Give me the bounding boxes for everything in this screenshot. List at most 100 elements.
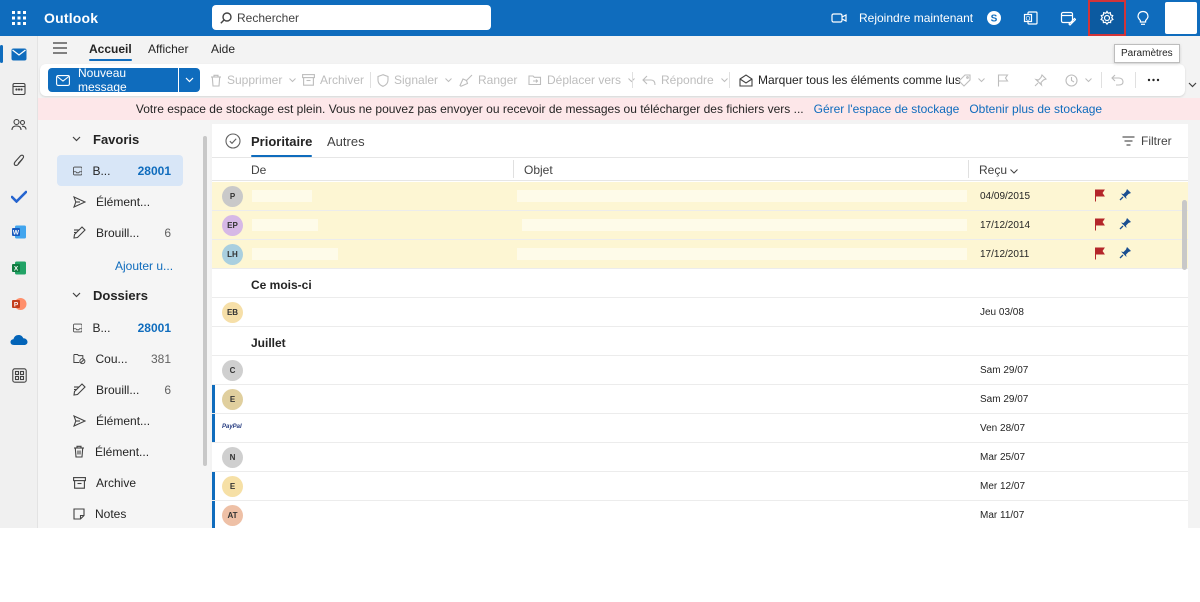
column-divider[interactable] [968, 160, 969, 178]
reply-button[interactable]: Répondre [642, 72, 728, 88]
search-input[interactable] [237, 10, 477, 25]
settings-button[interactable] [1088, 0, 1126, 36]
new-message-button[interactable]: Nouveau message [48, 66, 178, 94]
menu-toggle-button[interactable] [52, 42, 68, 56]
flag-icon[interactable] [1094, 247, 1105, 260]
join-now-button[interactable]: Rejoindre maintenant [831, 8, 973, 28]
pin-icon[interactable] [1119, 217, 1132, 230]
rail-files[interactable] [0, 145, 38, 175]
app-launcher-button[interactable] [6, 4, 32, 32]
select-all-button[interactable] [225, 133, 241, 149]
redacted-subject [517, 248, 967, 260]
tab-view[interactable]: Afficher [148, 42, 188, 56]
move-to-button[interactable]: Déplacer vers [528, 72, 635, 88]
rail-more-apps[interactable] [0, 360, 38, 390]
flag-icon[interactable] [1094, 218, 1105, 231]
sweep-label: Ranger [478, 73, 518, 87]
folder-archive[interactable]: Archive [57, 467, 183, 498]
tab-other[interactable]: Autres [327, 134, 365, 149]
ribbon-expand-button[interactable] [1185, 78, 1199, 92]
message-row[interactable]: C Sam 29/07 [212, 356, 1188, 385]
folder-notes[interactable]: Notes [57, 498, 183, 528]
new-message-dropdown[interactable] [179, 68, 200, 92]
search-box[interactable] [212, 5, 491, 30]
folder-favorite-sent[interactable]: Élément... [57, 186, 183, 217]
inbox-icon [73, 323, 83, 332]
my-day-button[interactable] [1054, 4, 1082, 32]
account-avatar[interactable] [1165, 2, 1197, 34]
folder-inbox[interactable]: B... 28001 [57, 312, 183, 343]
undo-button[interactable] [1111, 72, 1124, 88]
pin-button[interactable] [1034, 72, 1047, 88]
pin-icon[interactable] [1119, 188, 1132, 201]
get-more-storage-link[interactable]: Obtenir plus de stockage [969, 102, 1102, 116]
folder-drafts[interactable]: Brouill... 6 [57, 374, 183, 405]
sweep-button[interactable]: Ranger [459, 72, 517, 88]
rail-mail[interactable] [0, 39, 38, 69]
message-row-unread[interactable]: E Sam 29/07 [212, 385, 1188, 414]
received-date: 04/09/2015 [980, 191, 1031, 202]
column-from[interactable]: De [251, 163, 266, 177]
mark-all-read-button[interactable]: Marquer tous les éléments comme lus [739, 72, 961, 88]
manage-storage-link[interactable]: Gérer l'espace de stockage [814, 102, 960, 116]
message-row-pinned[interactable]: EP 17/12/2014 [212, 211, 1188, 240]
message-row-unread[interactable]: PayPal Ven 28/07 [212, 414, 1188, 443]
folder-sent[interactable]: Élément... [57, 405, 183, 436]
folder-pane-scrollbar[interactable] [203, 136, 207, 466]
powerpoint-icon: P [12, 298, 27, 310]
message-row[interactable]: EB Jeu 03/08 [212, 298, 1188, 327]
folder-junk[interactable]: Cou... 381 [57, 343, 183, 374]
tab-focused[interactable]: Prioritaire [251, 134, 313, 157]
chevron-down-icon [978, 77, 985, 82]
message-row-pinned[interactable]: P 04/09/2015 [212, 182, 1188, 211]
message-row-pinned[interactable]: LH 17/12/2011 [212, 240, 1188, 269]
chevron-down-icon [72, 136, 81, 142]
message-list: Prioritaire Autres Filtrer De Objet Reçu… [212, 124, 1188, 528]
message-row-unread[interactable]: E Mer 12/07 [212, 472, 1188, 501]
rail-todo[interactable] [0, 181, 38, 211]
snooze-button[interactable] [1065, 72, 1092, 88]
message-list-scrollbar[interactable] [1182, 200, 1187, 270]
storage-full-banner: Votre espace de stockage est plein. Vous… [38, 98, 1200, 120]
tag-button[interactable] [958, 72, 985, 88]
ribbon-toolbar: Nouveau message Supprimer Archiver Signa… [40, 64, 1185, 96]
column-divider[interactable] [513, 160, 514, 178]
chevron-down-icon [185, 77, 194, 83]
rail-people[interactable] [0, 110, 38, 140]
folders-header[interactable]: Dossiers [72, 286, 148, 304]
group-header-this-month[interactable]: Ce mois-ci [212, 269, 1188, 298]
received-date: Ven 28/07 [980, 423, 1026, 434]
folder-deleted[interactable]: Élément... [57, 436, 183, 467]
group-header-july[interactable]: Juillet [212, 327, 1188, 356]
rail-word[interactable]: W [0, 217, 38, 247]
folder-favorite-drafts[interactable]: Brouill... 6 [57, 217, 183, 248]
report-button[interactable]: Signaler [377, 72, 452, 88]
column-received[interactable]: Reçu [979, 163, 1019, 177]
message-row-unread[interactable]: AT Mar 11/07 [212, 501, 1188, 528]
rail-onedrive[interactable] [0, 325, 38, 355]
pin-icon[interactable] [1119, 246, 1132, 259]
favorites-header[interactable]: Favoris [72, 130, 139, 148]
add-favorite-link[interactable]: Ajouter u... [115, 259, 173, 273]
rail-powerpoint[interactable]: P [0, 289, 38, 319]
rail-calendar[interactable] [0, 74, 38, 104]
column-subject[interactable]: Objet [524, 163, 553, 177]
tab-home[interactable]: Accueil [89, 42, 132, 61]
delete-button[interactable]: Supprimer [210, 72, 297, 88]
filter-button[interactable]: Filtrer [1122, 134, 1172, 148]
column-header-row: De Objet Reçu [212, 157, 1188, 181]
flag-icon [997, 73, 1009, 86]
message-row[interactable]: N Mar 25/07 [212, 443, 1188, 472]
office-button[interactable]: O [1017, 4, 1045, 32]
rail-excel[interactable]: X [0, 253, 38, 283]
archive-button[interactable]: Archiver [302, 72, 364, 88]
skype-button[interactable]: S [980, 4, 1008, 32]
app-title[interactable]: Outlook [44, 10, 98, 26]
more-options-button[interactable] [1147, 72, 1160, 88]
flag-button[interactable] [997, 72, 1009, 88]
flag-icon[interactable] [1094, 189, 1105, 202]
tips-button[interactable] [1129, 4, 1157, 32]
folder-favorite-inbox[interactable]: B... 28001 [57, 155, 183, 186]
received-date: Mar 25/07 [980, 452, 1026, 463]
tab-help[interactable]: Aide [211, 42, 235, 56]
